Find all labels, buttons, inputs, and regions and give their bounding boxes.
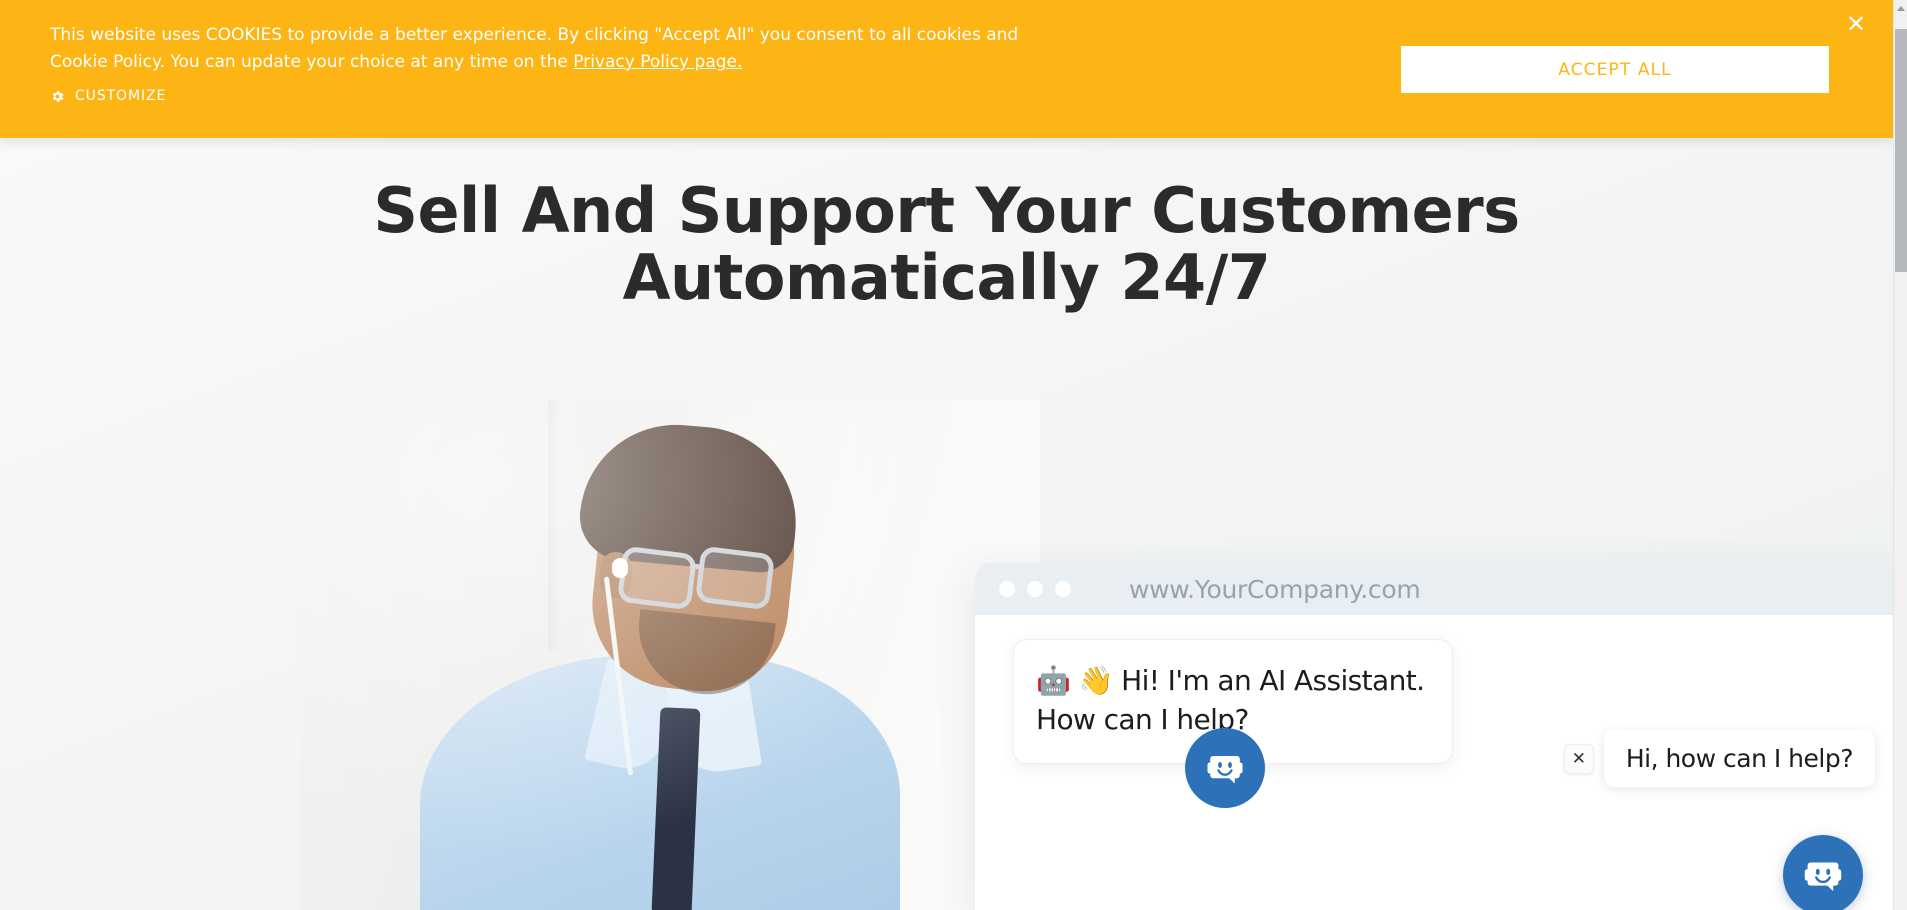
close-icon: ✕ bbox=[1845, 11, 1867, 38]
browser-window-dots bbox=[999, 581, 1071, 597]
cookie-banner-text: This website uses COOKIES to provide a b… bbox=[50, 22, 1060, 76]
scrollbar-up-arrow-icon[interactable] bbox=[1894, 0, 1907, 16]
privacy-policy-link[interactable]: Privacy Policy page. bbox=[573, 52, 742, 72]
hero-heading-line-1: Sell And Support Your Customers bbox=[373, 174, 1520, 247]
browser-dot-minimize-icon bbox=[1027, 581, 1043, 597]
hero-photo bbox=[300, 400, 1040, 910]
gear-icon bbox=[52, 90, 64, 102]
chat-robot-icon bbox=[1207, 756, 1243, 784]
chat-teaser-bubble[interactable]: Hi, how can I help? bbox=[1603, 730, 1875, 787]
cookie-banner-close-button[interactable]: ✕ bbox=[1839, 8, 1873, 42]
scrollbar-thumb[interactable] bbox=[1895, 29, 1907, 272]
browser-dot-maximize-icon bbox=[1055, 581, 1071, 597]
mock-chat-launcher-button[interactable] bbox=[1185, 728, 1265, 808]
photo-highlight-overlay bbox=[300, 400, 1040, 910]
accept-all-button[interactable]: ACCEPT ALL bbox=[1401, 46, 1829, 93]
chat-robot-icon bbox=[1804, 862, 1842, 892]
page-root: Sell And Support Your Customers Automati… bbox=[0, 0, 1893, 910]
cookie-consent-banner: This website uses COOKIES to provide a b… bbox=[0, 0, 1893, 138]
browser-url-text: www.YourCompany.com bbox=[1129, 574, 1421, 604]
browser-dot-close-icon bbox=[999, 581, 1015, 597]
cookie-banner-body: This website uses COOKIES to provide a b… bbox=[50, 25, 1019, 72]
close-icon: ✕ bbox=[1571, 748, 1586, 768]
chat-teaser-close-button[interactable]: ✕ bbox=[1563, 743, 1594, 774]
browser-titlebar: www.YourCompany.com bbox=[975, 563, 1893, 615]
customize-label: CUSTOMIZE bbox=[75, 88, 167, 104]
chat-launcher-button[interactable] bbox=[1783, 835, 1863, 910]
vertical-scrollbar[interactable] bbox=[1893, 0, 1907, 910]
page-title: Sell And Support Your Customers Automati… bbox=[0, 177, 1893, 314]
chat-teaser-row: ✕ Hi, how can I help? bbox=[1563, 730, 1875, 787]
customize-button[interactable]: CUSTOMIZE bbox=[50, 88, 166, 104]
hero-heading-line-2: Automatically 24/7 bbox=[622, 240, 1271, 314]
